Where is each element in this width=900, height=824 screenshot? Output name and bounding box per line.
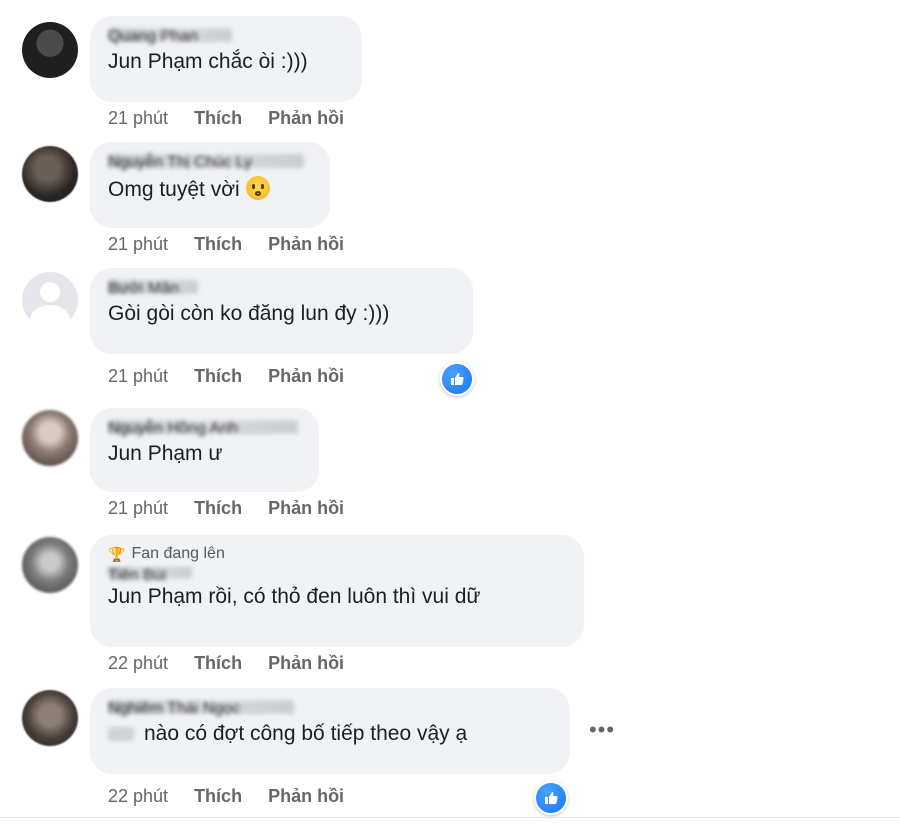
like-button[interactable]: Thích <box>194 108 242 129</box>
like-button[interactable]: Thích <box>194 498 242 519</box>
like-button[interactable]: Thích <box>194 786 242 807</box>
like-icon[interactable] <box>534 781 568 815</box>
comment-time[interactable]: 21 phút <box>108 498 168 519</box>
commenter-name-blurred[interactable]: Nguyễn Hồng Anh <box>108 420 298 437</box>
more-options-button[interactable]: ••• <box>586 714 618 746</box>
commenter-name-blurred[interactable]: Bưởi Măn <box>108 280 198 297</box>
trophy-icon: 🏆 <box>108 545 126 562</box>
avatar[interactable] <box>22 410 78 466</box>
like-icon[interactable] <box>440 362 474 396</box>
like-button[interactable]: Thích <box>194 653 242 674</box>
comment-text: Jun Phạm ư <box>108 442 223 465</box>
comment-thread: Quang Phan Jun Phạm chắc òi :))) 21 phút… <box>0 0 900 824</box>
flushed-face-emoji-icon <box>245 176 270 200</box>
comment-text-content: Omg tuyệt vời <box>108 178 240 201</box>
comment-bubble: Nguyễn Thị Chúc Ly Omg tuyệt vời <box>90 142 330 228</box>
comment-actions: 22 phút Thích Phản hồi <box>108 786 344 807</box>
avatar[interactable] <box>22 690 78 746</box>
comment-bubble: 🏆 Fan đang lên Tiên Bùi Jun Phạm rồi, có… <box>90 535 584 647</box>
comment-text: Jun Phạm rồi, có thỏ đen luôn thì vui dữ <box>108 585 481 608</box>
commenter-name-blurred[interactable]: Nghiêm Thái Ngọc <box>108 700 294 717</box>
fan-badge[interactable]: 🏆 Fan đang lên <box>108 545 566 563</box>
comment-actions: 22 phút Thích Phản hồi <box>108 653 344 674</box>
reply-button[interactable]: Phản hồi <box>268 234 344 255</box>
comment-time[interactable]: 21 phút <box>108 108 168 129</box>
avatar[interactable] <box>22 537 78 593</box>
like-button[interactable]: Thích <box>194 366 242 387</box>
comment-actions: 21 phút Thích Phản hồi <box>108 366 344 387</box>
comment-text-content: nào có đợt công bố tiếp theo vậy ạ <box>144 722 468 745</box>
comment-text: Gòi gòi còn ko đăng lun đy :))) <box>108 302 390 325</box>
comment-actions: 21 phút Thích Phản hồi <box>108 234 344 255</box>
reply-button[interactable]: Phản hồi <box>268 108 344 129</box>
like-button[interactable]: Thích <box>194 234 242 255</box>
commenter-name-blurred[interactable]: Tiên Bùi <box>108 567 192 584</box>
comment-text: Jun Phạm chắc òi :))) <box>108 50 308 73</box>
reply-button[interactable]: Phản hồi <box>268 498 344 519</box>
commenter-name-blurred[interactable]: Nguyễn Thị Chúc Ly <box>108 154 304 171</box>
comment-time[interactable]: 21 phút <box>108 234 168 255</box>
comment-time[interactable]: 22 phút <box>108 653 168 674</box>
comment-bubble: Nghiêm Thái Ngọc nào có đợt công bố tiếp… <box>90 688 570 774</box>
thumbs-up-icon <box>451 373 464 385</box>
comment-time[interactable]: 21 phút <box>108 366 168 387</box>
thumbs-up-icon <box>545 792 558 804</box>
avatar[interactable] <box>22 146 78 202</box>
comment-time[interactable]: 22 phút <box>108 786 168 807</box>
default-avatar-icon[interactable] <box>22 272 78 328</box>
comment-actions: 21 phút Thích Phản hồi <box>108 108 344 129</box>
blurred-mention <box>108 727 134 742</box>
comment-bubble: Nguyễn Hồng Anh Jun Phạm ư <box>90 408 319 492</box>
commenter-name-blurred[interactable]: Quang Phan <box>108 28 232 45</box>
reply-button[interactable]: Phản hồi <box>268 786 344 807</box>
cropped-previous-comment <box>130 0 380 6</box>
comment-actions: 21 phút Thích Phản hồi <box>108 498 344 519</box>
comment-text: nào có đợt công bố tiếp theo vậy ạ <box>108 722 552 746</box>
fan-badge-label: Fan đang lên <box>131 545 225 562</box>
divider <box>0 817 900 818</box>
comment-text: Omg tuyệt vời <box>108 176 312 202</box>
comment-bubble: Quang Phan Jun Phạm chắc òi :))) <box>90 16 362 102</box>
reply-button[interactable]: Phản hồi <box>268 653 344 674</box>
reply-button[interactable]: Phản hồi <box>268 366 344 387</box>
avatar[interactable] <box>22 22 78 78</box>
comment-bubble: Bưởi Măn Gòi gòi còn ko đăng lun đy :))) <box>90 268 473 354</box>
